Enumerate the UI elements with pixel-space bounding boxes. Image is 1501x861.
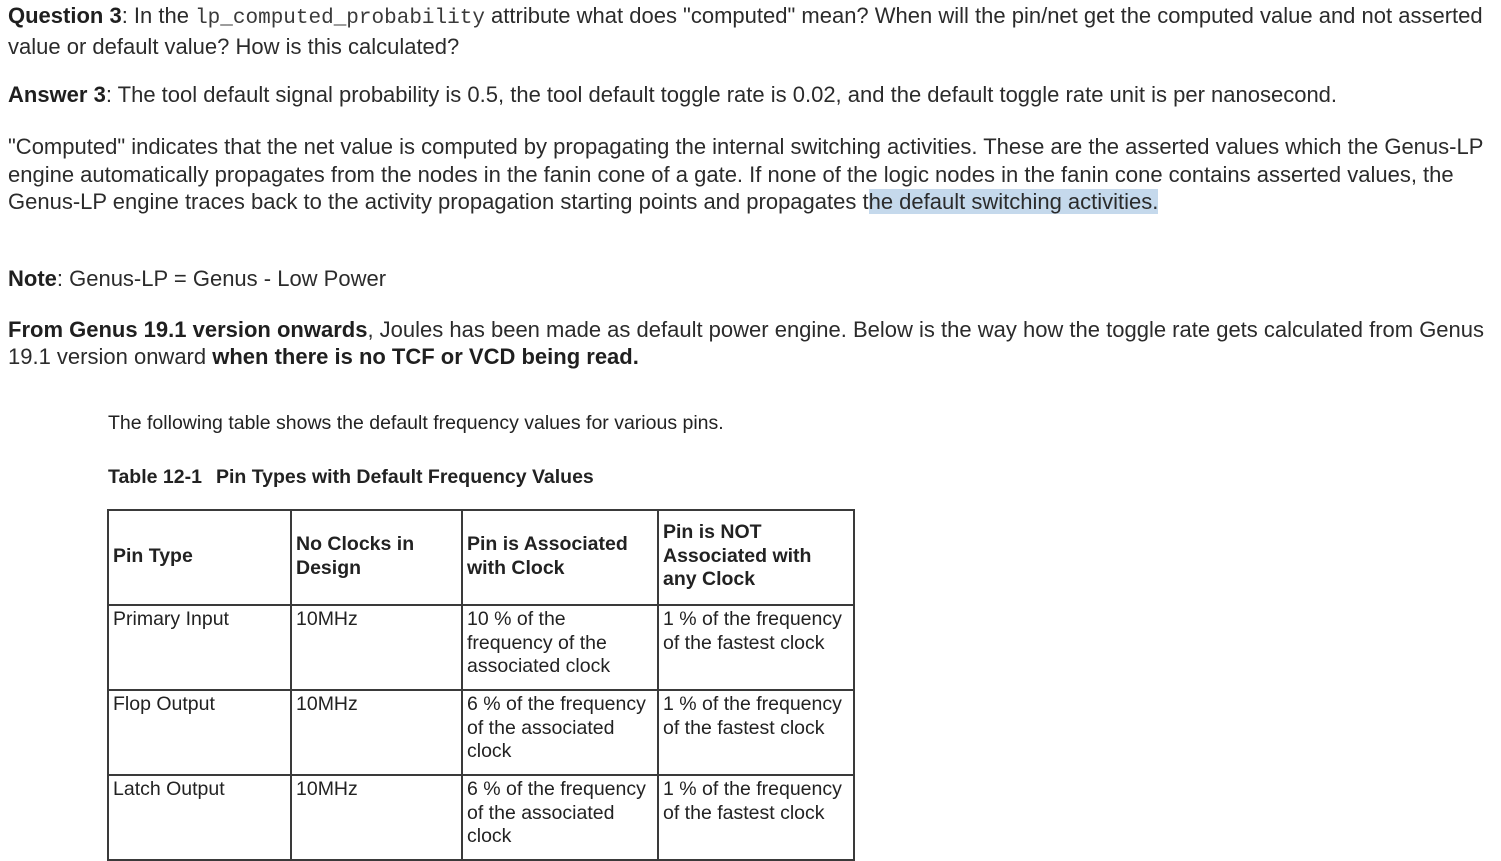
table-title: Pin Types with Default Frequency Values bbox=[215, 466, 594, 488]
table-cell: 1 % of the frequency of the fastest cloc… bbox=[657, 604, 855, 691]
table-caption: Table 12-1 Pin Types with Default Frequen… bbox=[108, 466, 594, 489]
note-text: : Genus-LP = Genus - Low Power bbox=[56, 266, 387, 291]
table-cell: Latch Output bbox=[107, 774, 292, 861]
computed-paragraph: "Computed" indicates that the net value … bbox=[8, 133, 1496, 216]
table-row: Latch Output 10MHz 6 % of the frequency … bbox=[107, 774, 855, 861]
table-cell: 10MHz bbox=[290, 604, 463, 691]
table-cell: Primary Input bbox=[107, 604, 292, 691]
table-cell: 10MHz bbox=[290, 689, 463, 776]
table-header-row: Pin Type No Clocks in Design Pin is Asso… bbox=[107, 509, 855, 606]
note-paragraph: Note: Genus-LP = Genus - Low Power bbox=[8, 265, 1496, 293]
question-text-before: : In the bbox=[121, 3, 196, 28]
text-selection-highlight[interactable]: he default switching activities. bbox=[868, 189, 1159, 214]
answer-paragraph: Answer 3: The tool default signal probab… bbox=[8, 81, 1496, 109]
version-lead: From Genus 19.1 version onwards bbox=[8, 317, 368, 342]
table-cell: Flop Output bbox=[107, 689, 292, 776]
table-intro: The following table shows the default fr… bbox=[108, 412, 724, 434]
table-cell: 10 % of the frequency of the associated … bbox=[461, 604, 659, 691]
header-pin-type: Pin Type bbox=[107, 509, 292, 606]
note-label: Note bbox=[8, 266, 57, 291]
table-cell: 1 % of the frequency of the fastest cloc… bbox=[657, 689, 855, 776]
table-row: Primary Input 10MHz 10 % of the frequenc… bbox=[107, 604, 855, 691]
computed-text: "Computed" indicates that the net value … bbox=[8, 134, 1483, 214]
answer-label: Answer 3 bbox=[8, 82, 106, 107]
question-label: Question 3 bbox=[8, 3, 122, 28]
header-associated-clock: Pin is Associated with Clock bbox=[461, 509, 659, 606]
header-not-associated: Pin is NOT Associated with any Clock bbox=[657, 509, 855, 606]
table-cell: 6 % of the frequency of the associated c… bbox=[461, 774, 659, 861]
header-no-clocks: No Clocks in Design bbox=[290, 509, 463, 606]
table-cell: 6 % of the frequency of the associated c… bbox=[461, 689, 659, 776]
pin-frequency-table: Pin Type No Clocks in Design Pin is Asso… bbox=[107, 509, 855, 861]
version-condition: when there is no TCF or VCD being read. bbox=[212, 344, 639, 369]
table-cell: 10MHz bbox=[290, 774, 463, 861]
question-paragraph: Question 3: In the lp_computed_probabili… bbox=[8, 2, 1496, 61]
table-cell: 1 % of the frequency of the fastest cloc… bbox=[657, 774, 855, 861]
attribute-code: lp_computed_probability bbox=[195, 7, 485, 30]
answer-text: : The tool default signal probability is… bbox=[105, 82, 1338, 107]
table-row: Flop Output 10MHz 6 % of the frequency o… bbox=[107, 689, 855, 776]
genus-version-paragraph: From Genus 19.1 version onwards, Joules … bbox=[8, 316, 1496, 370]
table-number: Table 12-1 bbox=[108, 466, 202, 488]
